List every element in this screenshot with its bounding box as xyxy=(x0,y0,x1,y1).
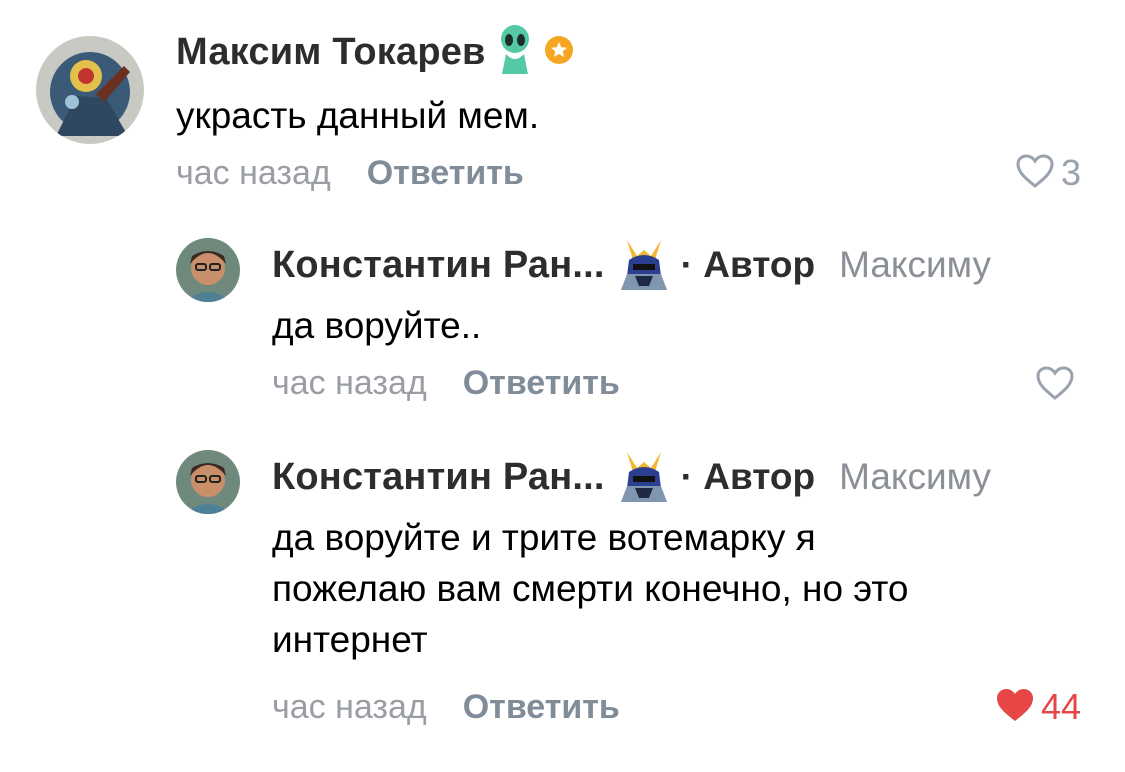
samurai-icon xyxy=(617,236,671,295)
like-button[interactable] xyxy=(1035,362,1081,408)
author-name[interactable]: Константин Ран... xyxy=(272,456,605,499)
author-name[interactable]: Константин Ран... xyxy=(272,244,605,287)
author-tag: · Автор xyxy=(680,456,816,497)
like-button[interactable]: 44 xyxy=(995,684,1081,730)
reply-button[interactable]: Ответить xyxy=(463,364,620,403)
comment-text-line: да воруйте и трите вотемарку я xyxy=(272,517,816,558)
avatar[interactable] xyxy=(176,450,240,514)
avatar[interactable] xyxy=(176,238,240,302)
reply-button[interactable]: Ответить xyxy=(463,688,620,727)
heart-filled-icon xyxy=(995,687,1035,728)
comment-time: час назад xyxy=(272,687,427,726)
comment-text: украсть данный мем. xyxy=(176,95,540,136)
reply-to-label[interactable]: Максиму xyxy=(839,244,991,286)
star-badge-icon xyxy=(544,35,574,70)
comment-time: час назад xyxy=(176,153,331,192)
heart-outline-icon xyxy=(1015,153,1055,194)
avatar[interactable] xyxy=(36,36,144,144)
author-name[interactable]: Максим Токарев xyxy=(176,31,486,74)
comment-time: час назад xyxy=(272,363,427,402)
comment-text-line: интернет xyxy=(272,619,428,660)
like-button[interactable]: 3 xyxy=(1015,150,1081,196)
comment-text-line: пожелаю вам смерти конечно, но это xyxy=(272,568,909,609)
comment-text: да воруйте.. xyxy=(272,305,482,346)
author-tag: · Автор xyxy=(680,244,816,285)
comment-text: да воруйте и трите вотемарку я пожелаю в… xyxy=(272,512,908,665)
samurai-icon xyxy=(617,448,671,507)
heart-outline-icon xyxy=(1035,365,1075,406)
reply-button[interactable]: Ответить xyxy=(367,154,524,193)
reply-to-label[interactable]: Максиму xyxy=(839,456,991,498)
alien-icon xyxy=(498,24,532,81)
like-count: 44 xyxy=(1040,686,1081,727)
like-count: 3 xyxy=(1060,152,1081,193)
